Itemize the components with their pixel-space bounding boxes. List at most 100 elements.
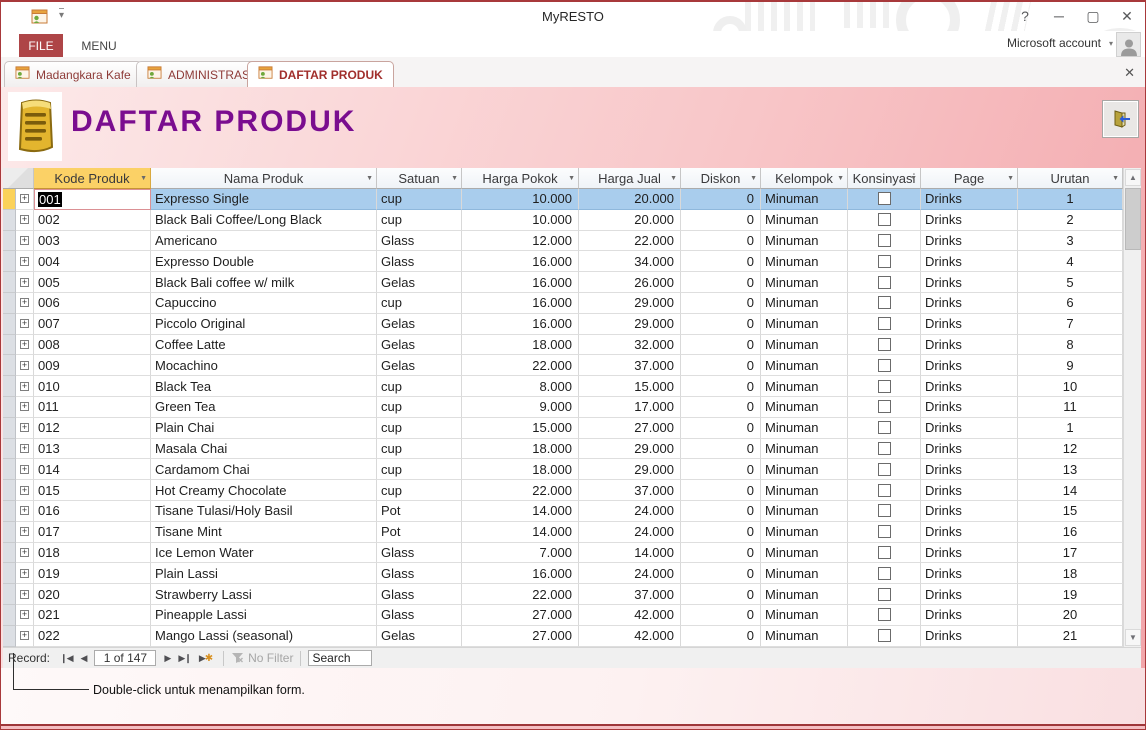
cell-harga-jual[interactable]: 42.000 bbox=[579, 605, 681, 626]
cell-nama[interactable]: Piccolo Original bbox=[151, 314, 377, 335]
cell-diskon[interactable]: 0 bbox=[681, 626, 761, 647]
cell-diskon[interactable]: 0 bbox=[681, 210, 761, 231]
column-header-harga-jual[interactable]: Harga Jual▼ bbox=[579, 168, 681, 189]
cell-nama[interactable]: Plain Chai bbox=[151, 418, 377, 439]
cell-page[interactable]: Drinks bbox=[921, 605, 1018, 626]
cell-page[interactable]: Drinks bbox=[921, 314, 1018, 335]
column-header-harga-pokok[interactable]: Harga Pokok▼ bbox=[462, 168, 579, 189]
cell-diskon[interactable]: 0 bbox=[681, 543, 761, 564]
ribbon-tab-file[interactable]: FILE bbox=[19, 34, 63, 57]
cell-harga-jual[interactable]: 24.000 bbox=[579, 501, 681, 522]
cell-urutan[interactable]: 1 bbox=[1018, 418, 1123, 439]
cell-kelompok[interactable]: Minuman bbox=[761, 272, 848, 293]
cell-harga-pokok[interactable]: 18.000 bbox=[462, 459, 579, 480]
cell-harga-pokok[interactable]: 18.000 bbox=[462, 439, 579, 460]
cell-urutan[interactable]: 18 bbox=[1018, 563, 1123, 584]
cell-kode[interactable]: 021 bbox=[34, 605, 151, 626]
konsinyasi-checkbox[interactable] bbox=[878, 484, 891, 497]
help-button[interactable]: ? bbox=[1015, 6, 1035, 26]
cell-page[interactable]: Drinks bbox=[921, 522, 1018, 543]
row-selector[interactable] bbox=[3, 605, 16, 626]
cell-harga-pokok[interactable]: 14.000 bbox=[462, 522, 579, 543]
no-filter-toggle[interactable]: No Filter bbox=[231, 651, 293, 665]
cell-harga-jual[interactable]: 24.000 bbox=[579, 522, 681, 543]
row-selector[interactable] bbox=[3, 231, 16, 252]
konsinyasi-checkbox[interactable] bbox=[878, 504, 891, 517]
cell-kode[interactable]: 018 bbox=[34, 543, 151, 564]
konsinyasi-checkbox[interactable] bbox=[878, 380, 891, 393]
row-selector[interactable] bbox=[3, 543, 16, 564]
cell-satuan[interactable]: Glass bbox=[377, 251, 462, 272]
cell-satuan[interactable]: cup bbox=[377, 439, 462, 460]
cell-nama[interactable]: Hot Creamy Chocolate bbox=[151, 480, 377, 501]
expand-subdatasheet-button[interactable]: + bbox=[16, 355, 34, 376]
cell-kode[interactable]: 009 bbox=[34, 355, 151, 376]
cell-harga-jual[interactable]: 37.000 bbox=[579, 355, 681, 376]
cell-kelompok[interactable]: Minuman bbox=[761, 522, 848, 543]
column-header-urutan[interactable]: Urutan▼ bbox=[1018, 168, 1123, 189]
konsinyasi-checkbox[interactable] bbox=[878, 567, 891, 580]
column-header-konsinyasi[interactable]: Konsinyasi▼ bbox=[848, 168, 921, 189]
column-header-diskon[interactable]: Diskon▼ bbox=[681, 168, 761, 189]
cell-satuan[interactable]: Gelas bbox=[377, 626, 462, 647]
cell-kelompok[interactable]: Minuman bbox=[761, 480, 848, 501]
row-selector[interactable] bbox=[3, 355, 16, 376]
scroll-down-icon[interactable]: ▼ bbox=[1125, 629, 1141, 646]
cell-diskon[interactable]: 0 bbox=[681, 231, 761, 252]
konsinyasi-checkbox[interactable] bbox=[878, 546, 891, 559]
cell-harga-jual[interactable]: 22.000 bbox=[579, 231, 681, 252]
cell-konsinyasi[interactable] bbox=[848, 231, 921, 252]
expand-subdatasheet-button[interactable]: + bbox=[16, 335, 34, 356]
cell-diskon[interactable]: 0 bbox=[681, 439, 761, 460]
cell-kode[interactable]: 002 bbox=[34, 210, 151, 231]
konsinyasi-checkbox[interactable] bbox=[878, 276, 891, 289]
scroll-up-icon[interactable]: ▲ bbox=[1125, 169, 1141, 186]
cell-harga-pokok[interactable]: 22.000 bbox=[462, 584, 579, 605]
cell-kelompok[interactable]: Minuman bbox=[761, 397, 848, 418]
row-selector[interactable] bbox=[3, 376, 16, 397]
cell-kode[interactable]: 013 bbox=[34, 439, 151, 460]
row-selector[interactable] bbox=[3, 189, 16, 210]
sort-dropdown-icon[interactable]: ▼ bbox=[451, 175, 458, 182]
cell-page[interactable]: Drinks bbox=[921, 584, 1018, 605]
konsinyasi-checkbox[interactable] bbox=[878, 608, 891, 621]
konsinyasi-checkbox[interactable] bbox=[878, 234, 891, 247]
konsinyasi-checkbox[interactable] bbox=[878, 442, 891, 455]
cell-harga-pokok[interactable]: 16.000 bbox=[462, 563, 579, 584]
cell-kode[interactable]: 008 bbox=[34, 335, 151, 356]
cell-urutan[interactable]: 19 bbox=[1018, 584, 1123, 605]
cell-urutan[interactable]: 20 bbox=[1018, 605, 1123, 626]
konsinyasi-checkbox[interactable] bbox=[878, 213, 891, 226]
cell-harga-jual[interactable]: 26.000 bbox=[579, 272, 681, 293]
konsinyasi-checkbox[interactable] bbox=[878, 255, 891, 268]
record-position-box[interactable]: 1 of 147 bbox=[94, 650, 156, 666]
cell-urutan[interactable]: 4 bbox=[1018, 251, 1123, 272]
cell-diskon[interactable]: 0 bbox=[681, 293, 761, 314]
cell-harga-jual[interactable]: 42.000 bbox=[579, 626, 681, 647]
doc-tab-madangkara-kafe[interactable]: Madangkara Kafe bbox=[4, 61, 142, 87]
expand-subdatasheet-button[interactable]: + bbox=[16, 314, 34, 335]
cell-harga-pokok[interactable]: 8.000 bbox=[462, 376, 579, 397]
cell-harga-pokok[interactable]: 16.000 bbox=[462, 251, 579, 272]
cell-kelompok[interactable]: Minuman bbox=[761, 189, 848, 210]
close-button[interactable]: ✕ bbox=[1117, 6, 1137, 26]
vertical-scrollbar[interactable]: ▲ ▼ bbox=[1123, 168, 1141, 647]
cell-konsinyasi[interactable] bbox=[848, 418, 921, 439]
cell-diskon[interactable]: 0 bbox=[681, 605, 761, 626]
cell-diskon[interactable]: 0 bbox=[681, 522, 761, 543]
expand-subdatasheet-button[interactable]: + bbox=[16, 293, 34, 314]
cell-page[interactable]: Drinks bbox=[921, 501, 1018, 522]
next-record-button[interactable]: ▶ bbox=[160, 653, 174, 664]
row-selector[interactable] bbox=[3, 439, 16, 460]
cell-urutan[interactable]: 11 bbox=[1018, 397, 1123, 418]
cell-konsinyasi[interactable] bbox=[848, 272, 921, 293]
cell-urutan[interactable]: 13 bbox=[1018, 459, 1123, 480]
expand-subdatasheet-button[interactable]: + bbox=[16, 584, 34, 605]
cell-diskon[interactable]: 0 bbox=[681, 459, 761, 480]
cell-urutan[interactable]: 2 bbox=[1018, 210, 1123, 231]
cell-page[interactable]: Drinks bbox=[921, 626, 1018, 647]
cell-satuan[interactable]: Pot bbox=[377, 501, 462, 522]
cell-kode[interactable]: 006 bbox=[34, 293, 151, 314]
cell-konsinyasi[interactable] bbox=[848, 626, 921, 647]
cell-urutan[interactable]: 21 bbox=[1018, 626, 1123, 647]
